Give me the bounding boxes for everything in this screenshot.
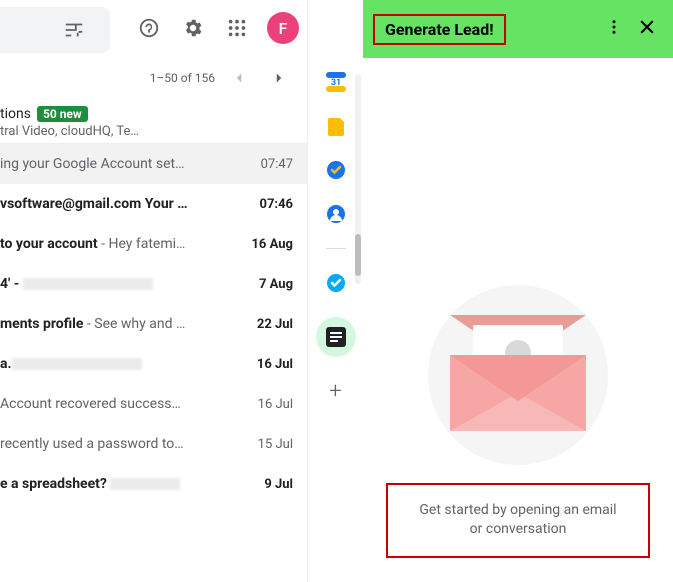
keep-icon[interactable] <box>326 116 346 136</box>
message-subject: a. <box>0 356 247 372</box>
contacts-icon[interactable] <box>326 204 346 224</box>
side-rail: 31 + <box>308 0 363 582</box>
message-row[interactable]: to your account - Hey fatemi…16 Aug <box>0 224 307 264</box>
redacted <box>23 278 153 290</box>
message-subject: ments profile - See why and … <box>0 316 247 332</box>
prev-page-icon[interactable] <box>223 62 255 94</box>
message-time: 22 Jul <box>247 317 293 332</box>
next-page-icon[interactable] <box>263 62 295 94</box>
message-row[interactable]: a.16 Jul <box>0 344 307 384</box>
message-time: 15 Jul <box>248 437 293 452</box>
paginator-label: 1–50 of 156 <box>150 71 215 85</box>
addon-check-icon[interactable] <box>326 273 346 293</box>
new-badge: 50 new <box>37 106 88 122</box>
message-time: 16 Jul <box>248 397 293 412</box>
category-title: tions <box>0 106 31 122</box>
scrollbar[interactable] <box>355 74 361 284</box>
gear-icon[interactable] <box>173 8 213 48</box>
message-time: 16 Jul <box>247 357 293 372</box>
envelope-illustration <box>428 285 608 465</box>
more-icon[interactable] <box>605 18 623 40</box>
message-subject: Account recovered success… <box>0 396 248 412</box>
svg-text:31: 31 <box>330 78 340 88</box>
message-row[interactable]: recently used a password to…15 Jul <box>0 424 307 464</box>
tasks-icon[interactable] <box>326 160 346 180</box>
message-row[interactable]: vsoftware@gmail.com Your …07:46 <box>0 184 307 224</box>
mail-column: F 1–50 of 156 tions 50 new tral Video, c… <box>0 0 308 582</box>
message-subject: 4' - <box>0 276 249 292</box>
message-row[interactable]: ments profile - See why and …22 Jul <box>0 304 307 344</box>
message-list: ing your Google Account set…07:47vsoftwa… <box>0 144 307 504</box>
top-bar: F <box>0 0 307 56</box>
redacted <box>110 478 180 490</box>
message-row[interactable]: ing your Google Account set…07:47 <box>0 144 307 184</box>
message-subject: vsoftware@gmail.com Your … <box>0 196 250 212</box>
side-divider <box>326 248 346 249</box>
apps-icon[interactable] <box>217 8 257 48</box>
panel-title-highlight: Generate Lead! <box>373 14 506 45</box>
category-sub: tral Video, cloudHQ, Te… <box>0 124 299 139</box>
message-time: 7 Aug <box>249 277 293 292</box>
message-time: 07:46 <box>250 197 294 212</box>
message-time: 16 Aug <box>241 237 293 252</box>
category-row[interactable]: tions 50 new tral Video, cloudHQ, Te… <box>0 100 307 144</box>
close-icon[interactable] <box>637 17 657 41</box>
message-time: 07:47 <box>251 157 293 172</box>
addon-panel: Generate Lead! Get started by opening an… <box>363 0 673 582</box>
get-started-text: Get started by opening an email or conve… <box>419 502 616 538</box>
message-time: 9 Jul <box>254 477 293 492</box>
add-addon-icon[interactable]: + <box>326 381 346 401</box>
panel-title: Generate Lead! <box>385 20 494 39</box>
avatar[interactable]: F <box>267 12 299 44</box>
get-started-highlight: Get started by opening an email or conve… <box>386 483 650 558</box>
message-row[interactable]: Account recovered success…16 Jul <box>0 384 307 424</box>
redacted <box>12 358 142 370</box>
help-icon[interactable] <box>129 8 169 48</box>
message-subject: recently used a password to… <box>0 436 248 452</box>
sliders-icon[interactable] <box>54 10 94 50</box>
search-box[interactable] <box>0 7 110 53</box>
message-subject: e a spreadsheet? <box>0 476 254 492</box>
panel-header: Generate Lead! <box>363 0 673 58</box>
message-row[interactable]: e a spreadsheet? 9 Jul <box>0 464 307 504</box>
avatar-letter: F <box>279 19 288 38</box>
paginator: 1–50 of 156 <box>0 56 307 100</box>
panel-body: Get started by opening an email or conve… <box>363 58 673 582</box>
message-subject: to your account - Hey fatemi… <box>0 236 241 252</box>
message-row[interactable]: 4' - 7 Aug <box>0 264 307 304</box>
addon-selected[interactable] <box>316 317 356 357</box>
calendar-icon[interactable]: 31 <box>326 72 346 92</box>
message-subject: ing your Google Account set… <box>0 156 251 172</box>
